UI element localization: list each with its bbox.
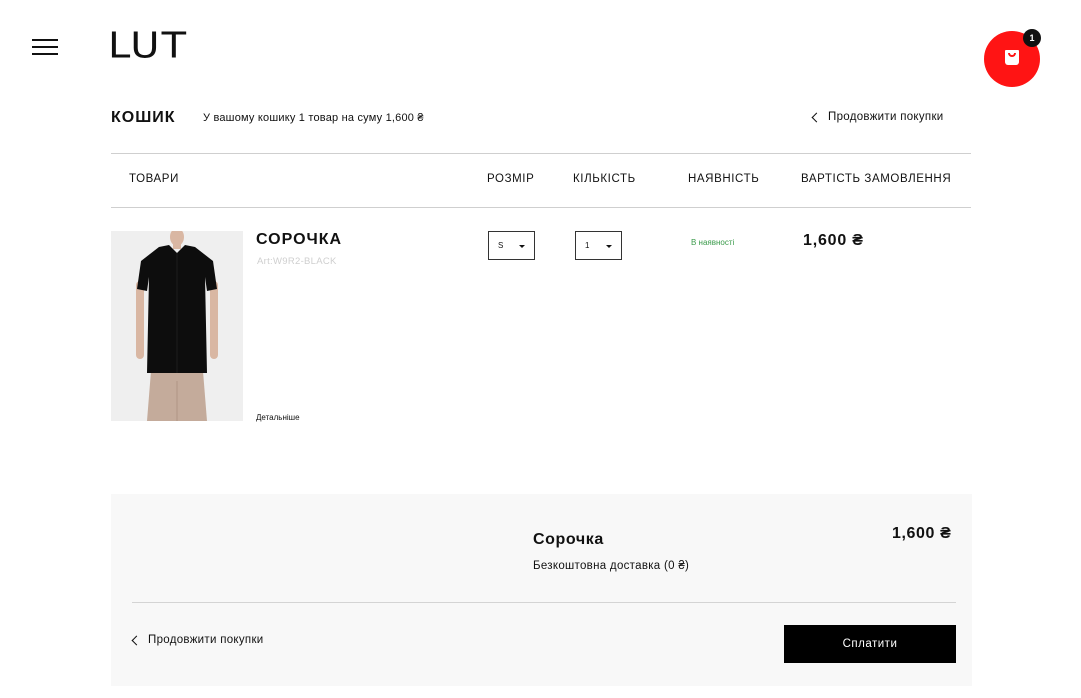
size-select[interactable]: S <box>488 231 535 260</box>
menu-line <box>32 39 58 41</box>
availability-status: В наявності <box>691 238 735 247</box>
shirt-model-image <box>111 231 243 421</box>
caret-down-icon <box>519 245 525 248</box>
column-header-items: ТОВАРИ <box>129 173 179 185</box>
chevron-left-icon <box>131 635 142 645</box>
product-details-link[interactable]: Детальніше <box>256 413 300 422</box>
caret-down-icon <box>606 245 612 248</box>
shopping-bag-icon <box>1005 50 1019 65</box>
continue-shopping-label: Продовжити покупки <box>148 634 264 646</box>
continue-shopping-link-bottom[interactable]: Продовжити покупки <box>130 634 264 646</box>
product-price: 1,600 ₴ <box>803 232 864 249</box>
summary-product-name: Сорочка <box>533 531 604 548</box>
continue-shopping-link[interactable]: Продовжити покупки <box>810 111 944 123</box>
product-name[interactable]: СОРОЧКА <box>256 231 342 249</box>
cart-count-badge: 1 <box>1023 29 1041 47</box>
menu-line <box>32 53 58 55</box>
column-header-availability: НАЯВНІСТЬ <box>688 173 760 185</box>
summary-price: 1,600 ₴ <box>892 525 952 542</box>
quantity-select[interactable]: 1 <box>575 231 622 260</box>
logo[interactable]: LUT <box>108 28 188 64</box>
page-title: КОШИК <box>111 109 176 126</box>
cart-summary-text: У вашому кошику 1 товар на суму 1,600 ₴ <box>203 112 424 124</box>
divider <box>111 153 971 154</box>
quantity-value: 1 <box>585 241 590 250</box>
column-header-total: ВАРТІСТЬ ЗАМОВЛЕННЯ <box>801 173 952 185</box>
size-value: S <box>498 241 504 250</box>
chevron-left-icon <box>811 112 822 122</box>
column-header-quantity: КІЛЬКІСТЬ <box>573 173 636 185</box>
delivery-info: Безкоштовна доставка (0 ₴) <box>533 560 690 572</box>
divider <box>111 207 971 208</box>
menu-line <box>32 46 58 48</box>
product-article: Art:W9R2-BLACK <box>257 256 337 267</box>
menu-icon[interactable] <box>32 39 58 55</box>
product-image[interactable] <box>111 231 243 421</box>
pay-button[interactable]: Сплатити <box>784 625 956 663</box>
continue-shopping-label: Продовжити покупки <box>828 111 944 123</box>
column-header-size: РОЗМІР <box>487 173 535 185</box>
divider <box>132 602 956 603</box>
